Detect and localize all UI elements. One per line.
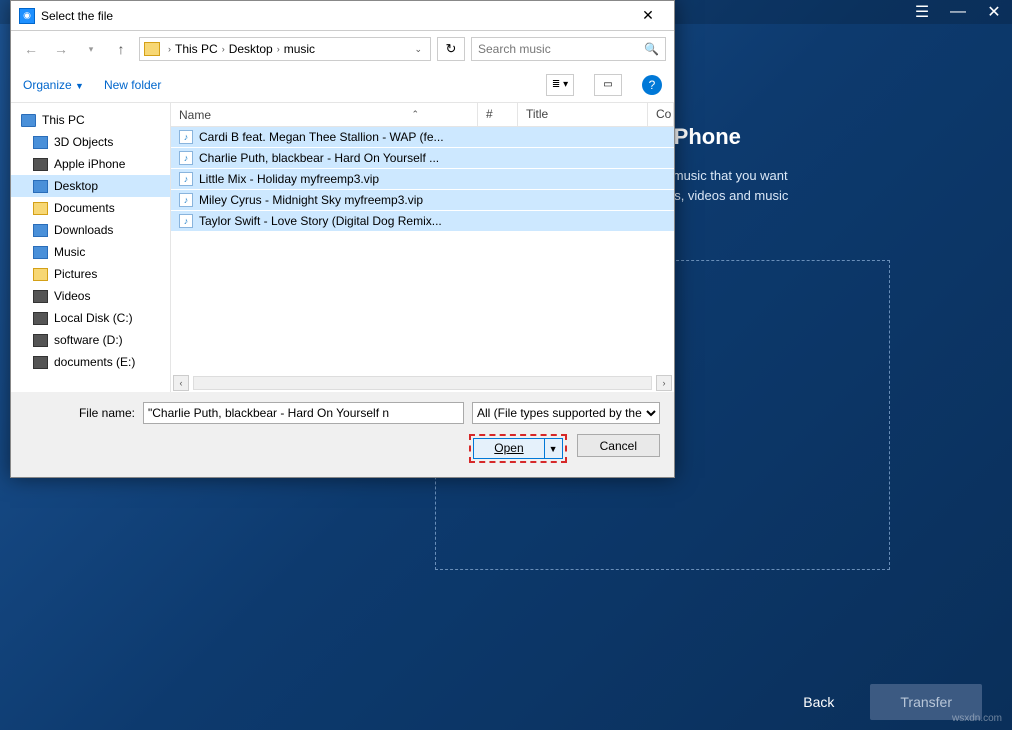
tree-3d-objects[interactable]: 3D Objects bbox=[11, 131, 170, 153]
tree-this-pc[interactable]: This PC bbox=[11, 109, 170, 131]
search-input[interactable]: Search music 🔍 bbox=[471, 37, 666, 61]
filetype-select[interactable]: All (File types supported by the bbox=[472, 402, 660, 424]
dialog-body: This PC 3D Objects Apple iPhone Desktop … bbox=[11, 103, 674, 392]
file-row[interactable]: ♪Cardi B feat. Megan Thee Stallion - WAP… bbox=[171, 127, 674, 148]
file-list-pane: Name⌃ # Title Co ♪Cardi B feat. Megan Th… bbox=[171, 103, 674, 392]
organize-menu[interactable]: Organize ▼ bbox=[23, 78, 84, 92]
scroll-left-icon[interactable]: ‹ bbox=[173, 375, 189, 391]
file-list[interactable]: ♪Cardi B feat. Megan Thee Stallion - WAP… bbox=[171, 127, 674, 374]
dialog-title: Select the file bbox=[41, 9, 113, 23]
audio-icon: ♪ bbox=[179, 214, 193, 228]
app-icon: ◉ bbox=[19, 8, 35, 24]
audio-icon: ♪ bbox=[179, 151, 193, 165]
desktop-icon bbox=[33, 180, 48, 193]
col-title[interactable]: Title bbox=[518, 103, 648, 126]
disk-icon bbox=[33, 356, 48, 369]
audio-icon: ♪ bbox=[179, 193, 193, 207]
minimize-icon[interactable]: — bbox=[950, 4, 966, 20]
video-icon bbox=[33, 290, 48, 303]
tree-software-d[interactable]: software (D:) bbox=[11, 329, 170, 351]
file-row[interactable]: ♪Charlie Puth, blackbear - Hard On Yours… bbox=[171, 148, 674, 169]
tree-music[interactable]: Music bbox=[11, 241, 170, 263]
cancel-button[interactable]: Cancel bbox=[577, 434, 660, 457]
file-row[interactable]: ♪Miley Cyrus - Midnight Sky myfreemp3.vi… bbox=[171, 190, 674, 211]
list-icon[interactable]: ☰ bbox=[914, 4, 930, 20]
open-highlight: Open ▼ bbox=[469, 434, 566, 463]
search-placeholder: Search music bbox=[478, 42, 551, 56]
breadcrumb[interactable]: › This PC › Desktop › music ⌄ bbox=[139, 37, 431, 61]
nav-forward-icon: → bbox=[49, 37, 73, 61]
chevron-right-icon: › bbox=[222, 44, 225, 54]
file-dialog: ◉ Select the file ✕ ← → ▾ ↑ › This PC › … bbox=[10, 0, 675, 478]
audio-icon: ♪ bbox=[179, 130, 193, 144]
back-button[interactable]: Back bbox=[787, 686, 850, 718]
nav-back-icon[interactable]: ← bbox=[19, 37, 43, 61]
picture-icon bbox=[33, 268, 48, 281]
sort-asc-icon: ⌃ bbox=[411, 109, 419, 120]
help-icon[interactable]: ? bbox=[642, 75, 662, 95]
watermark: wsxdn.com bbox=[952, 713, 1002, 724]
preview-pane-button[interactable]: ▭ bbox=[594, 74, 622, 96]
view-mode-button[interactable]: ≣ ▾ bbox=[546, 74, 574, 96]
phone-icon bbox=[33, 158, 48, 171]
folder-tree[interactable]: This PC 3D Objects Apple iPhone Desktop … bbox=[11, 103, 171, 392]
tree-videos[interactable]: Videos bbox=[11, 285, 170, 307]
tree-pictures[interactable]: Pictures bbox=[11, 263, 170, 285]
chevron-right-icon: › bbox=[277, 44, 280, 54]
filename-input[interactable] bbox=[143, 402, 464, 424]
doc-icon bbox=[33, 202, 48, 215]
open-button[interactable]: Open ▼ bbox=[473, 438, 562, 459]
chevron-down-icon[interactable]: ⌄ bbox=[414, 44, 422, 55]
disk-icon bbox=[33, 312, 48, 325]
nav-bar: ← → ▾ ↑ › This PC › Desktop › music ⌄ ↻ … bbox=[11, 31, 674, 67]
folder-icon bbox=[144, 42, 160, 56]
chevron-right-icon: › bbox=[168, 44, 171, 54]
audio-icon: ♪ bbox=[179, 172, 193, 186]
chevron-down-icon: ▼ bbox=[75, 81, 84, 91]
dialog-footer: File name: All (File types supported by … bbox=[11, 392, 674, 477]
search-icon[interactable]: 🔍 bbox=[644, 42, 659, 56]
horizontal-scrollbar[interactable]: ‹ › bbox=[171, 374, 674, 392]
download-icon bbox=[33, 224, 48, 237]
cube-icon bbox=[33, 136, 48, 149]
tree-apple-iphone[interactable]: Apple iPhone bbox=[11, 153, 170, 175]
crumb-pc[interactable]: This PC bbox=[175, 42, 218, 56]
tree-desktop[interactable]: Desktop bbox=[11, 175, 170, 197]
nav-up-icon[interactable]: ↑ bbox=[109, 37, 133, 61]
tree-downloads[interactable]: Downloads bbox=[11, 219, 170, 241]
pc-icon bbox=[21, 114, 36, 127]
open-dropdown-icon[interactable]: ▼ bbox=[544, 439, 562, 458]
crumb-music[interactable]: music bbox=[284, 42, 315, 56]
dialog-titlebar: ◉ Select the file ✕ bbox=[11, 1, 674, 31]
tree-documents[interactable]: Documents bbox=[11, 197, 170, 219]
file-row[interactable]: ♪Little Mix - Holiday myfreemp3.vip bbox=[171, 169, 674, 190]
file-row[interactable]: ♪Taylor Swift - Love Story (Digital Dog … bbox=[171, 211, 674, 232]
disk-icon bbox=[33, 334, 48, 347]
crumb-desktop[interactable]: Desktop bbox=[229, 42, 273, 56]
nav-recent-icon[interactable]: ▾ bbox=[79, 37, 103, 61]
close-dialog-icon[interactable]: ✕ bbox=[630, 5, 666, 27]
file-header: Name⌃ # Title Co bbox=[171, 103, 674, 127]
scroll-track[interactable] bbox=[193, 376, 652, 390]
close-app-icon[interactable]: ✕ bbox=[986, 4, 1002, 20]
music-icon bbox=[33, 246, 48, 259]
toolbar: Organize ▼ New folder ≣ ▾ ▭ ? bbox=[11, 67, 674, 103]
col-num[interactable]: # bbox=[478, 103, 518, 126]
col-name[interactable]: Name⌃ bbox=[171, 103, 478, 126]
filename-label: File name: bbox=[25, 406, 135, 420]
col-co[interactable]: Co bbox=[648, 103, 674, 126]
scroll-right-icon[interactable]: › bbox=[656, 375, 672, 391]
refresh-icon[interactable]: ↻ bbox=[437, 37, 465, 61]
tree-documents-e[interactable]: documents (E:) bbox=[11, 351, 170, 373]
new-folder-button[interactable]: New folder bbox=[104, 78, 161, 92]
tree-local-disk-c[interactable]: Local Disk (C:) bbox=[11, 307, 170, 329]
